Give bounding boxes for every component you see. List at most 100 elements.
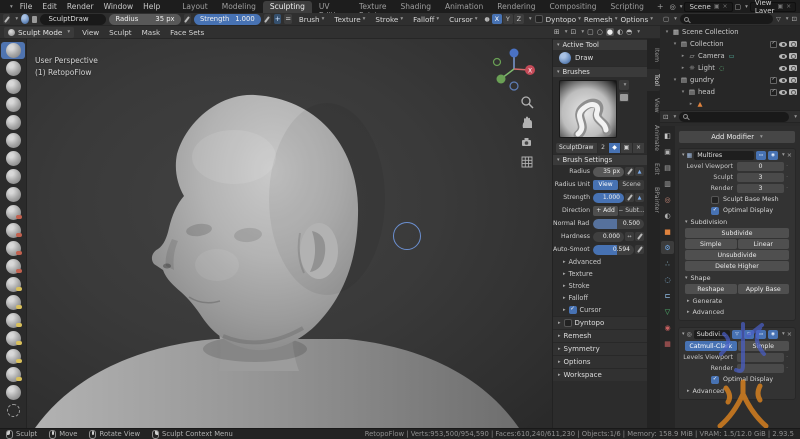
radius-unit-view-button[interactable]: View bbox=[593, 180, 618, 190]
sidebar-tab-item[interactable]: Item bbox=[647, 43, 660, 67]
modifier-extras-icon[interactable]: ▾ bbox=[782, 152, 785, 158]
sculpt-tool-14-icon[interactable] bbox=[1, 276, 25, 293]
viewport-3d[interactable]: User Perspective (1) RetopoFlow X bbox=[27, 39, 552, 428]
sculpt-tool-17-icon[interactable] bbox=[1, 330, 25, 347]
modifier-name-field[interactable]: Multires bbox=[694, 151, 754, 160]
mirror-z-button[interactable]: Z bbox=[514, 14, 524, 24]
filter-icon[interactable]: ▽ bbox=[776, 16, 781, 23]
chevron-down-icon[interactable]: ▾ bbox=[682, 152, 685, 158]
sidebar-tab-bpainter[interactable]: BPainter bbox=[647, 182, 660, 218]
realtime-icon[interactable]: ⊡ bbox=[744, 330, 754, 339]
chevron-down-icon[interactable]: ▾ bbox=[786, 16, 789, 22]
sculpt-tool-6-icon[interactable] bbox=[1, 132, 25, 149]
sculpt-tool-9-icon[interactable] bbox=[1, 186, 25, 203]
sculpt-tool-20-icon[interactable] bbox=[1, 384, 25, 401]
cursor-subsection[interactable]: ▸ ✓ Cursor bbox=[553, 304, 647, 316]
pen-icon[interactable] bbox=[625, 193, 634, 202]
shading-solid-icon[interactable]: ● bbox=[606, 28, 614, 36]
linear-button[interactable]: Linear bbox=[738, 239, 790, 249]
chevron-right-icon[interactable]: ▸ bbox=[688, 101, 694, 107]
viewport-menu-sculpt[interactable]: Sculpt bbox=[105, 28, 135, 37]
hide-eye-icon[interactable] bbox=[779, 90, 787, 95]
pressure-icon[interactable]: ▲ bbox=[635, 193, 644, 202]
direction-add-button[interactable]: + bbox=[274, 14, 281, 24]
chevron-down-icon[interactable]: ▾ bbox=[794, 114, 797, 120]
editor-type-icon[interactable]: ⊡ bbox=[663, 113, 668, 121]
panel-workspace[interactable]: ▸Workspace bbox=[553, 368, 647, 381]
workspace-tab-uv-editing[interactable]: UV Editing bbox=[312, 1, 352, 13]
workspace-tab-sculpting[interactable]: Sculpting bbox=[263, 1, 312, 13]
browse-image-icon[interactable] bbox=[619, 92, 629, 102]
sculpt-tool-16-icon[interactable] bbox=[1, 312, 25, 329]
close-icon[interactable]: × bbox=[786, 3, 791, 10]
properties-tab-scene[interactable]: ◎ bbox=[661, 193, 674, 206]
sculpt-tool-18-icon[interactable] bbox=[1, 348, 25, 365]
workspace-tab-compositing[interactable]: Compositing bbox=[543, 1, 604, 13]
subsection-falloff[interactable]: ▸Falloff bbox=[553, 292, 647, 304]
workspace-tab-rendering[interactable]: Rendering bbox=[490, 1, 542, 13]
render-visibility-icon[interactable] bbox=[789, 89, 797, 95]
unlink-icon[interactable]: × bbox=[633, 143, 644, 153]
close-icon[interactable]: × bbox=[723, 3, 728, 10]
duplicate-icon[interactable]: ▣ bbox=[621, 143, 632, 153]
sculpt-tool-3-icon[interactable] bbox=[1, 78, 25, 95]
brush-image-icon[interactable] bbox=[32, 16, 38, 23]
chevron-down-icon[interactable]: ▾ bbox=[672, 77, 678, 83]
arrows-icon[interactable]: ↔ bbox=[625, 232, 634, 241]
properties-tab-object-data[interactable]: ▽ bbox=[661, 305, 674, 318]
properties-tab-output[interactable]: ▤ bbox=[661, 161, 674, 174]
display-mode-icon[interactable]: ▢ bbox=[663, 15, 669, 23]
outliner-options-icon[interactable]: ⊡ bbox=[792, 15, 797, 23]
workspace-tab-scripting[interactable]: Scripting bbox=[604, 1, 651, 13]
chevron-down-icon[interactable]: ▾ bbox=[637, 29, 640, 35]
view-layer-selector[interactable]: View Layer ▣ × bbox=[750, 2, 796, 12]
sculpt-tool-19-icon[interactable] bbox=[1, 366, 25, 383]
falloff-dropdown[interactable]: Falloff▾ bbox=[409, 15, 443, 24]
show-render-icon[interactable]: ◉ bbox=[768, 330, 778, 339]
chevron-down-icon[interactable]: ▾ bbox=[673, 114, 676, 120]
properties-tab-physics[interactable]: ◌ bbox=[661, 273, 674, 286]
chevron-down-icon[interactable]: ▾ bbox=[672, 41, 678, 47]
chevron-down-icon[interactable]: ▾ bbox=[664, 29, 670, 35]
chevron-down-icon[interactable]: ▾ bbox=[745, 4, 748, 10]
brush-type-dropdown[interactable] bbox=[3, 14, 10, 24]
subdivision-header[interactable]: ▾ Subdivision bbox=[679, 216, 795, 227]
sidebar-tab-edit[interactable]: Edit bbox=[647, 158, 660, 180]
level-viewport-value[interactable]: 0 bbox=[737, 162, 784, 171]
workspace-tab-animation[interactable]: Animation bbox=[438, 1, 490, 13]
active-tool-header[interactable]: ▾ Active Tool bbox=[553, 39, 647, 50]
light-data-icon[interactable]: ◌ bbox=[719, 65, 724, 72]
sculpt-tool-1-icon[interactable] bbox=[1, 42, 25, 59]
zoom-icon[interactable] bbox=[520, 95, 534, 109]
section-advanced[interactable]: ▸Advanced bbox=[679, 306, 795, 317]
pen-icon[interactable] bbox=[625, 167, 634, 176]
sculpt-base-mesh-checkbox[interactable] bbox=[711, 196, 719, 204]
properties-tab-modifiers[interactable]: ⚙ bbox=[661, 241, 674, 254]
subsection-texture[interactable]: ▸Texture bbox=[553, 268, 647, 280]
subsection-stroke[interactable]: ▸Stroke bbox=[553, 280, 647, 292]
chevron-right-icon[interactable]: ▸ bbox=[680, 53, 686, 59]
radius-slider[interactable]: Radius 35 px bbox=[109, 14, 180, 25]
exclude-checkbox[interactable]: ✓ bbox=[770, 41, 777, 48]
modifier-name-field[interactable]: Subdivi... bbox=[694, 330, 730, 339]
viewport-menu-view[interactable]: View bbox=[78, 28, 103, 37]
active-brush-icon[interactable] bbox=[21, 14, 28, 24]
simple-button[interactable]: Simple bbox=[685, 239, 737, 249]
viewport-menu-face-sets[interactable]: Face Sets bbox=[166, 28, 208, 37]
add-modifier-button[interactable]: Add Modifier ▾ bbox=[679, 131, 795, 143]
exclude-checkbox[interactable]: ✓ bbox=[770, 77, 777, 84]
shading-material-icon[interactable]: ◐ bbox=[617, 28, 623, 36]
sculpt-tool-11-icon[interactable] bbox=[1, 222, 25, 239]
properties-tab-active-tool[interactable]: ◧ bbox=[661, 129, 674, 142]
grid-toggle-icon[interactable] bbox=[520, 155, 534, 169]
show-viewport-icon[interactable]: ▭ bbox=[756, 151, 766, 160]
camera-data-icon[interactable]: ▭ bbox=[729, 53, 735, 60]
chevron-down-icon[interactable]: ▾ bbox=[581, 29, 584, 35]
section-generate[interactable]: ▸Generate bbox=[679, 295, 795, 306]
navigation-gizmo[interactable]: X bbox=[490, 45, 538, 93]
properties-tab-constraints[interactable]: ⊏ bbox=[661, 289, 674, 302]
close-icon[interactable]: × bbox=[787, 331, 792, 338]
scene-selector[interactable]: Scene ▣ × bbox=[684, 2, 732, 12]
sidebar-tab-animate[interactable]: Animate bbox=[647, 120, 660, 156]
sculpt-tool-4-icon[interactable] bbox=[1, 96, 25, 113]
